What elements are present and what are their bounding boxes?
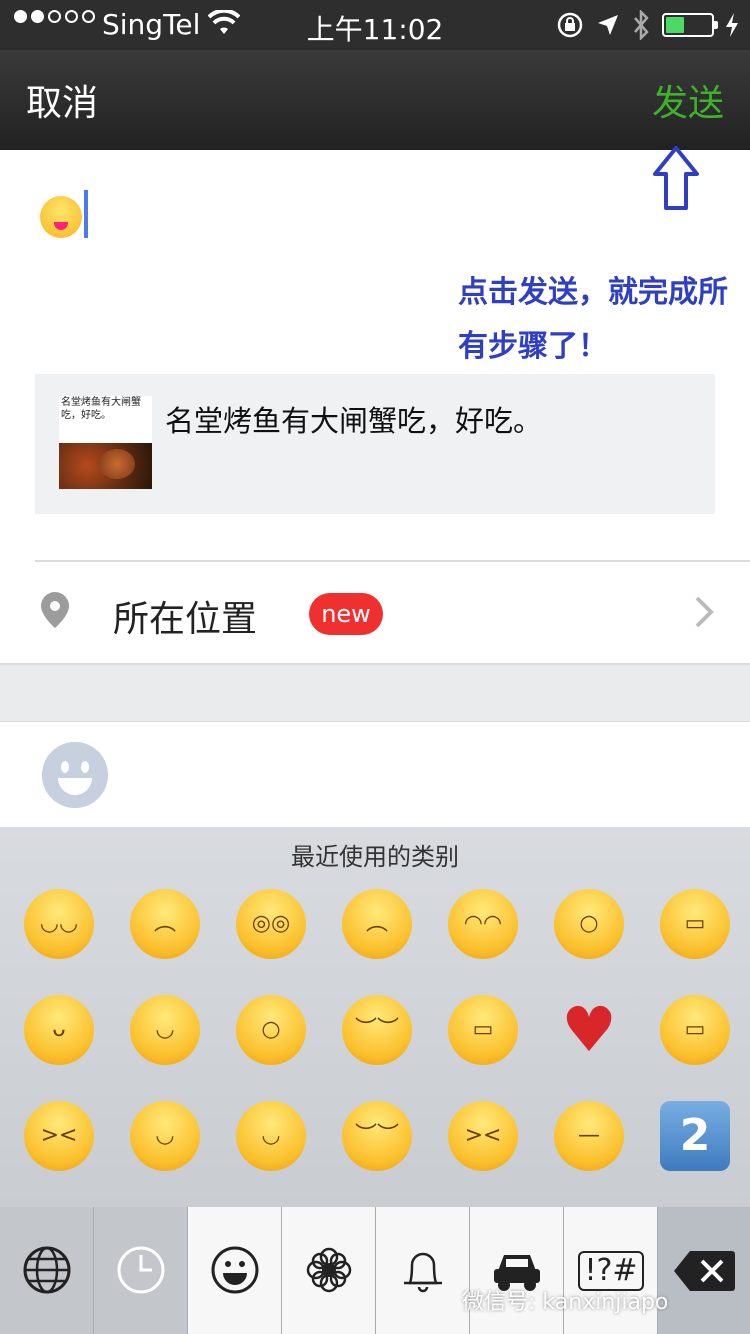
shared-link-text: 名堂烤鱼有大闸蟹吃，好吃。 <box>165 404 543 438</box>
emoji-toggle-icon[interactable] <box>42 742 108 808</box>
flower-icon[interactable] <box>282 1207 376 1334</box>
location-services-icon <box>598 15 618 35</box>
send-button[interactable]: 发送 <box>652 74 724 126</box>
grimacing-icon[interactable]: ▭ <box>660 889 730 959</box>
recent-clock-icon[interactable] <box>94 1207 188 1334</box>
emoji-grid: ◡◡ ︵ ◎◎ ︵ ◠◠ ○ ▭ ᴗ ◡ ○ ︶︶ ▭ ♥ ▭ >< ◡ ◡ ︶… <box>24 889 734 1171</box>
joy-icon[interactable]: ◡◡ <box>24 889 94 959</box>
bell-icon[interactable] <box>376 1207 470 1334</box>
divider <box>35 560 750 562</box>
wink-icon[interactable]: ◡ <box>130 1101 200 1171</box>
section-gap <box>0 663 750 723</box>
chevron-right-icon[interactable] <box>693 594 717 630</box>
rotation-lock-icon <box>557 12 583 38</box>
sweat-smile-icon[interactable]: ◠◠ <box>448 889 518 959</box>
persevere-icon[interactable]: >< <box>448 1101 518 1171</box>
cancel-button[interactable]: 取消 <box>26 74 98 126</box>
emoji-keyboard: 最近使用的类别 ◡◡ ︵ ◎◎ ︵ ◠◠ ○ ▭ ᴗ ◡ ○ ︶︶ ▭ ♥ ▭ … <box>0 827 750 1207</box>
shared-link-thumbnail: 名堂烤鱼有大闸蟹吃，好吃。 <box>59 396 152 489</box>
food-photo <box>59 443 152 489</box>
grimace-icon[interactable]: ▭ <box>660 995 730 1065</box>
wechat-watermark: 微信号: kanxinjiapo <box>462 1290 669 1315</box>
new-badge: new <box>309 593 383 635</box>
shared-link-card[interactable]: 名堂烤鱼有大闸蟹吃，好吃。 名堂烤鱼有大闸蟹吃，好吃。 <box>35 374 715 514</box>
annotation-line-1: 点击发送，就完成所 <box>458 275 728 310</box>
yum-icon[interactable]: ◡ <box>236 1101 306 1171</box>
scream-icon[interactable]: ○ <box>236 995 306 1065</box>
annotation-arrow-icon <box>653 146 699 210</box>
disappointed-relieved-icon[interactable]: ︵ <box>130 889 200 959</box>
emoji-category-title: 最近使用的类别 <box>291 843 459 871</box>
text-cursor[interactable] <box>84 190 88 238</box>
battery-icon <box>662 13 718 37</box>
smiley-icon[interactable] <box>188 1207 282 1334</box>
unamused-icon[interactable]: — <box>554 1101 624 1171</box>
status-bar: SingTel 上午11:02 <box>0 0 750 50</box>
thumbnail-title: 名堂烤鱼有大闸蟹吃，好吃。 <box>61 397 141 421</box>
charging-icon <box>726 13 738 37</box>
delete-icon[interactable] <box>658 1207 750 1334</box>
bluetooth-icon <box>634 10 649 40</box>
relaxed-icon[interactable]: ◡ <box>130 995 200 1065</box>
mask-icon[interactable]: ▭ <box>448 995 518 1065</box>
location-label[interactable]: 所在位置 <box>113 590 257 642</box>
laughing-icon[interactable]: >< <box>24 1101 94 1171</box>
annotation-line-2: 有步骤了！ <box>458 329 608 364</box>
flushed-icon[interactable]: ◎◎ <box>236 889 306 959</box>
keycap-two-icon[interactable]: 2 <box>660 1101 730 1171</box>
location-pin-icon <box>41 592 69 628</box>
input-toolbar <box>0 722 750 827</box>
compose-area: 点击发送，就完成所 有步骤了！ 名堂烤鱼有大闸蟹吃，好吃。 名堂烤鱼有大闸蟹吃，… <box>0 146 750 665</box>
sleeping-icon[interactable]: ︶︶ <box>342 1101 412 1171</box>
annotation-text: 点击发送，就完成所 有步骤了！ <box>458 266 750 374</box>
yum-emoji-icon <box>40 196 82 238</box>
tongue-icon[interactable]: ᴗ <box>24 995 94 1065</box>
globe-icon[interactable] <box>0 1207 94 1334</box>
sob-icon[interactable]: ○ <box>554 889 624 959</box>
sleepy-icon[interactable]: ︶︶ <box>342 995 412 1065</box>
cry-icon[interactable]: ︵ <box>342 889 412 959</box>
nav-bar: 取消 发送 <box>0 50 750 150</box>
broken-heart-icon[interactable]: ♥ <box>554 995 624 1065</box>
